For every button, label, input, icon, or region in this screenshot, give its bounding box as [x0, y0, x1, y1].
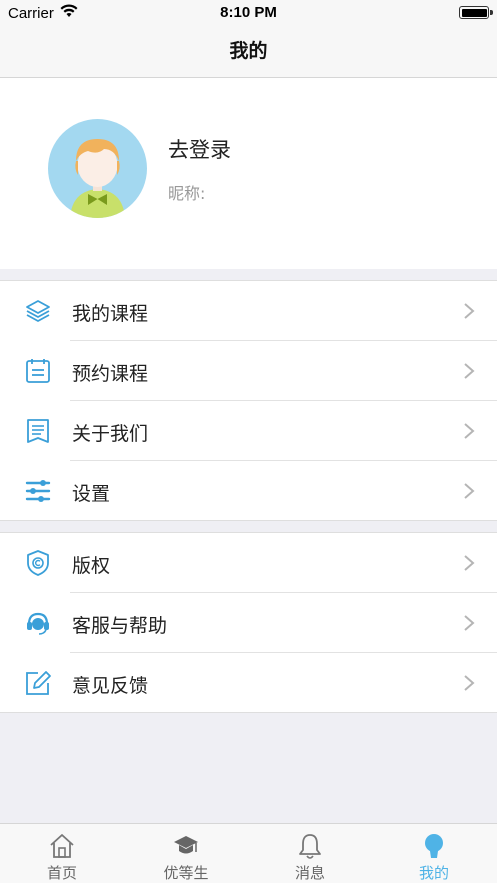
profile-section[interactable]: 去登录 昵称:	[0, 78, 497, 269]
chevron-right-icon	[464, 303, 475, 319]
navigation-bar: 我的	[0, 28, 497, 78]
menu-item-label: 设置	[72, 483, 111, 505]
menu-item-settings[interactable]: 设置	[0, 461, 497, 521]
battery-icon	[459, 6, 493, 19]
menu-item-label: 意见反馈	[72, 675, 149, 697]
menu-item-label: 客服与帮助	[72, 615, 168, 637]
status-bar: Carrier 8:10 PM	[0, 0, 497, 28]
page-title: 我的	[229, 40, 268, 62]
headset-icon	[27, 612, 49, 635]
menu-item-about-us[interactable]: 关于我们	[0, 401, 497, 461]
avatar-illustration	[70, 139, 125, 218]
menu-item-label: 关于我们	[72, 423, 149, 445]
copyright-shield-icon	[27, 550, 49, 576]
profile-icon	[425, 834, 443, 858]
tab-label: 首页	[46, 864, 77, 882]
layers-icon	[26, 300, 50, 322]
chevron-right-icon	[464, 423, 475, 439]
menu-item-label: 我的课程	[72, 303, 149, 325]
menu-item-customer-service[interactable]: 客服与帮助	[0, 593, 497, 653]
menu-item-my-courses[interactable]: 我的课程	[0, 281, 497, 341]
home-icon	[50, 834, 74, 858]
tab-top-students[interactable]: 优等生	[124, 824, 248, 883]
edit-icon	[26, 671, 51, 695]
menu-item-feedback[interactable]: 意见反馈	[0, 653, 497, 713]
chevron-right-icon	[464, 483, 475, 499]
tab-home[interactable]: 首页	[0, 824, 124, 883]
bell-icon	[299, 834, 321, 859]
document-icon	[27, 419, 49, 443]
tab-label: 优等生	[163, 864, 209, 882]
tab-label: 消息	[294, 864, 325, 882]
menu-item-label: 版权	[72, 555, 111, 577]
login-link[interactable]: 去登录	[168, 134, 231, 164]
menu-group-support: 版权 客服与帮助 意见反馈	[0, 532, 497, 713]
menu-item-copyright[interactable]: 版权	[0, 533, 497, 593]
graduation-cap-icon	[174, 836, 198, 854]
chevron-right-icon	[464, 675, 475, 691]
avatar[interactable]	[48, 119, 147, 218]
menu-item-book-course[interactable]: 预约课程	[0, 341, 497, 401]
chevron-right-icon	[464, 615, 475, 631]
tab-label: 我的	[418, 864, 449, 882]
menu-item-label: 预约课程	[72, 363, 149, 385]
chevron-right-icon	[464, 363, 475, 379]
nickname-label: 昵称:	[168, 184, 206, 203]
menu-group-learning: 我的课程 预约课程 关于我们 设置	[0, 280, 497, 521]
clock: 8:10 PM	[220, 4, 277, 21]
tab-messages[interactable]: 消息	[248, 824, 372, 883]
tab-bar: 首页 优等生 消息 我的	[0, 823, 497, 883]
calendar-icon	[26, 359, 50, 383]
sliders-icon	[25, 480, 51, 502]
tab-me[interactable]: 我的	[372, 824, 496, 883]
chevron-right-icon	[464, 555, 475, 571]
